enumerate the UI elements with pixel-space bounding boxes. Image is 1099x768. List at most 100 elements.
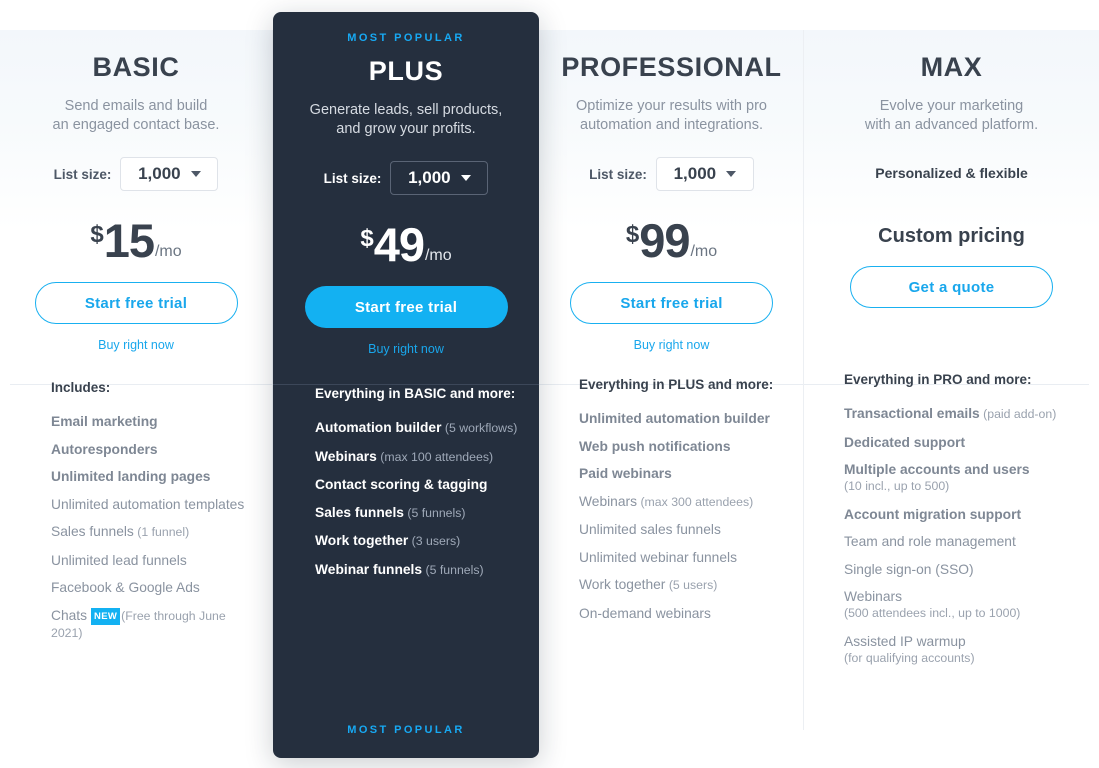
pricing-page: BASIC Send emails and build an engaged c…	[0, 0, 1099, 768]
price-professional: $ 99 /mo	[539, 217, 804, 264]
feature-label: Automation builder	[315, 420, 442, 435]
feature-item: Webinars (max 300 attendees)	[579, 494, 790, 510]
list-size-value-professional: 1,000	[673, 164, 717, 183]
feature-label: Unlimited landing pages	[51, 469, 211, 484]
feature-item: Webinars (500 attendees incl., up to 1000…	[844, 589, 1083, 621]
feature-note: (5 users)	[665, 578, 718, 592]
list-size-label-plus: List size:	[323, 170, 382, 186]
list-size-select-professional[interactable]: 1,000	[655, 157, 754, 191]
feature-label: Unlimited automation templates	[51, 496, 245, 512]
feature-label: Account migration support	[844, 506, 1022, 522]
price-period-professional: /mo	[690, 243, 718, 260]
plan-card-professional: PROFESSIONAL Optimize your results with …	[539, 0, 804, 633]
buy-right-now-link-plus[interactable]: Buy right now	[273, 342, 539, 356]
feature-item: Webinar funnels (5 funnels)	[315, 562, 523, 578]
currency-symbol: $	[360, 225, 374, 252]
plan-card-basic: BASIC Send emails and build an engaged c…	[0, 0, 272, 653]
feature-item: Transactional emails (paid add-on)	[844, 406, 1083, 422]
plan-card-plus: MOST POPULAR PLUS Generate leads, sell p…	[273, 12, 539, 758]
feature-item: Contact scoring & tagging	[315, 477, 523, 492]
feature-item: Work together (3 users)	[315, 533, 523, 549]
feature-item: Single sign-on (SSO)	[844, 562, 1083, 577]
feature-note: (1 funnel)	[133, 525, 190, 539]
plan-card-max: MAX Evolve your marketing with an advanc…	[804, 0, 1099, 678]
start-free-trial-button-basic[interactable]: Start free trial	[34, 282, 238, 324]
start-free-trial-button-plus[interactable]: Start free trial	[304, 286, 508, 328]
plan-description-line-2: an engaged contact base.	[52, 117, 220, 133]
currency-symbol: $	[625, 221, 640, 248]
list-size-select-basic[interactable]: 1,000	[120, 157, 219, 191]
list-size-select-plus[interactable]: 1,000	[390, 161, 489, 195]
feature-note: (max 300 attendees)	[637, 494, 754, 509]
feature-item: Assisted IP warmup (for qualifying accoun…	[844, 634, 1083, 666]
features-max: Everything in PRO and more: Transactiona…	[804, 372, 1099, 666]
feature-subnote: (for qualifying accounts)	[844, 650, 975, 665]
plan-description-basic: Send emails and build an engaged contact…	[0, 97, 272, 135]
features-plus: Everything in BASIC and more: Automation…	[273, 386, 539, 578]
feature-subnote: (500 attendees incl., up to 1000)	[844, 606, 1021, 620]
feature-label: Unlimited sales funnels	[579, 522, 721, 537]
feature-label: Web push notifications	[579, 438, 731, 454]
price-amount-professional: 99	[639, 214, 690, 267]
plan-description-line-1: Evolve your marketing	[879, 98, 1024, 114]
feature-item: Unlimited automation templates	[51, 497, 258, 512]
feature-label: Unlimited lead funnels	[51, 552, 187, 568]
feature-label: Team and role management	[844, 534, 1016, 549]
feature-item: Unlimited lead funnels	[51, 553, 258, 568]
feature-label: Facebook & Google Ads	[51, 580, 200, 595]
plan-description-line-2: and grow your profits.	[336, 121, 476, 137]
price-amount-basic: 15	[103, 214, 155, 267]
chevron-down-icon	[726, 171, 737, 177]
feature-item: Web push notifications	[579, 439, 790, 454]
feature-label: Single sign-on (SSO)	[844, 561, 974, 577]
plan-description-line-2: with an advanced platform.	[864, 117, 1039, 133]
feature-note: (paid add-on)	[979, 407, 1057, 421]
list-size-row-plus: List size: 1,000	[273, 161, 539, 195]
feature-label: Paid webinars	[579, 466, 672, 481]
plan-description-line-1: Send emails and build	[64, 98, 208, 114]
feature-item: Unlimited sales funnels	[579, 522, 790, 537]
feature-label: Work together	[315, 533, 409, 548]
get-a-quote-button-max[interactable]: Get a quote	[850, 266, 1053, 308]
new-badge: NEW	[91, 607, 121, 625]
plan-name-max: MAX	[920, 52, 983, 82]
plan-description-professional: Optimize your results with pro automatio…	[539, 97, 804, 135]
price-period-plus: /mo	[424, 247, 452, 264]
price-amount-plus: 49	[373, 218, 425, 271]
plan-description-line-1: Optimize your results with pro	[576, 98, 767, 114]
plan-description-plus: Generate leads, sell products, and grow …	[273, 101, 539, 139]
custom-pricing-max: Custom pricing	[878, 225, 1025, 247]
feature-item: Paid webinars	[579, 466, 790, 481]
feature-label: Unlimited webinar funnels	[579, 549, 737, 565]
feature-label: Transactional emails	[844, 406, 980, 421]
buy-right-now-link-professional[interactable]: Buy right now	[539, 338, 804, 352]
list-size-value-basic: 1,000	[138, 164, 181, 183]
feature-note: (5 workflows)	[441, 421, 518, 435]
feature-item: Automation builder (5 workflows)	[315, 420, 523, 436]
feature-item: On-demand webinars	[579, 606, 790, 621]
feature-label: Work together	[579, 577, 666, 592]
feature-label: Multiple accounts and users	[844, 462, 1030, 477]
feature-item: Chats NEW (Free through June 2021)	[51, 607, 258, 641]
features-list-professional: Unlimited automation builder Web push not…	[579, 411, 790, 621]
features-list-basic: Email marketing Autoresponders Unlimited l…	[51, 414, 258, 641]
list-size-row-basic: List size: 1,000	[0, 157, 272, 191]
feature-item: Unlimited webinar funnels	[579, 550, 790, 565]
feature-note: (5 funnels)	[422, 562, 484, 577]
features-professional: Everything in PLUS and more: Unlimited a…	[539, 377, 804, 621]
feature-item: Account migration support	[844, 507, 1083, 522]
price-period-basic: /mo	[154, 243, 182, 260]
features-heading-max: Everything in PRO and more:	[844, 372, 1032, 387]
feature-label: Unlimited automation builder	[579, 411, 770, 426]
feature-note: (3 users)	[408, 534, 461, 548]
feature-label: Assisted IP warmup	[844, 633, 966, 649]
feature-item: Unlimited landing pages	[51, 469, 258, 484]
feature-item: Multiple accounts and users (10 incl., up…	[844, 462, 1083, 494]
currency-symbol: $	[90, 221, 104, 248]
buy-right-now-link-basic[interactable]: Buy right now	[0, 338, 272, 352]
plan-description-line-2: automation and integrations.	[580, 117, 763, 133]
feature-item: Email marketing	[51, 414, 258, 429]
list-size-label-basic: List size:	[53, 166, 112, 182]
most-popular-badge-top: MOST POPULAR	[347, 32, 465, 44]
start-free-trial-button-professional[interactable]: Start free trial	[570, 282, 773, 324]
